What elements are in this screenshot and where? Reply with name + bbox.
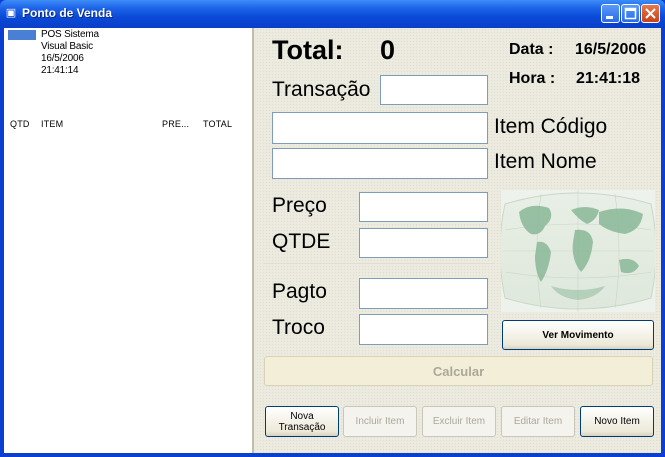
pagto-label: Pagto	[272, 280, 327, 303]
preco-field[interactable]	[359, 192, 488, 222]
title-bar[interactable]: ▣ Ponto de Venda	[0, 0, 665, 28]
item-nome-field[interactable]	[272, 148, 488, 179]
total-label: Total:	[272, 35, 344, 65]
world-map-icon	[501, 190, 655, 312]
divider	[264, 263, 494, 264]
item-nome-label: Item Nome	[494, 150, 597, 173]
item-codigo-field[interactable]	[272, 112, 488, 144]
list-info-line: Visual Basic	[41, 41, 93, 52]
pagto-field[interactable]	[359, 278, 488, 309]
app-icon: ▣	[5, 6, 17, 19]
column-header-preco[interactable]: PRE...	[162, 119, 189, 129]
pos-window: ▣ Ponto de Venda POS Sistema Visual Basi…	[0, 0, 665, 457]
novo-item-button[interactable]: Novo Item	[580, 406, 654, 437]
transacao-field[interactable]	[380, 75, 488, 105]
nova-transacao-label-line2: Transação	[278, 421, 326, 433]
total-value: 0	[380, 35, 396, 65]
calcular-button[interactable]: Calcular	[264, 356, 653, 386]
qtde-label: QTDE	[272, 230, 331, 253]
minimize-icon	[606, 16, 613, 19]
time-label: Hora :	[509, 70, 556, 87]
column-header-item[interactable]: ITEM	[41, 119, 63, 129]
minimize-button[interactable]	[601, 4, 620, 23]
item-codigo-label: Item Código	[494, 115, 608, 138]
excluir-item-button[interactable]: Excluir Item	[422, 406, 496, 437]
list-info-line: 21:41:14	[41, 65, 79, 76]
nova-transacao-label-line1: Nova	[290, 410, 314, 422]
column-header-qtd[interactable]: QTD	[10, 119, 30, 129]
preco-label: Preço	[272, 194, 327, 217]
world-map-image	[501, 190, 655, 312]
date-value: 16/5/2006	[575, 41, 647, 58]
transacao-label: Transação	[272, 78, 371, 101]
close-button[interactable]	[641, 4, 660, 23]
item-list[interactable]: POS Sistema Visual Basic 16/5/2006 21:41…	[4, 28, 254, 453]
list-info-line: 16/5/2006	[41, 53, 84, 64]
maximize-button[interactable]	[621, 4, 640, 23]
incluir-item-button[interactable]: Incluir Item	[343, 406, 417, 437]
window-title: Ponto de Venda	[22, 6, 113, 20]
list-info-line: POS Sistema	[41, 29, 99, 40]
editar-item-button[interactable]: Editar Item	[501, 406, 575, 437]
troco-field[interactable]	[359, 314, 488, 345]
list-item-icon	[8, 30, 36, 40]
time-value: 21:41:18	[576, 70, 641, 87]
column-header-total[interactable]: TOTAL	[203, 119, 232, 129]
qtde-field[interactable]	[359, 228, 488, 258]
nova-transacao-button[interactable]: Nova Transação	[265, 406, 339, 437]
ver-movimento-button[interactable]: Ver Movimento	[502, 320, 654, 350]
maximize-icon	[624, 7, 637, 20]
pos-panel: Total: 0 Data : 16/5/2006 Hora : 21:41:1…	[256, 28, 661, 453]
troco-label: Troco	[272, 316, 325, 339]
client-area: POS Sistema Visual Basic 16/5/2006 21:41…	[4, 28, 661, 453]
date-label: Data :	[509, 41, 554, 58]
close-icon	[645, 8, 656, 19]
